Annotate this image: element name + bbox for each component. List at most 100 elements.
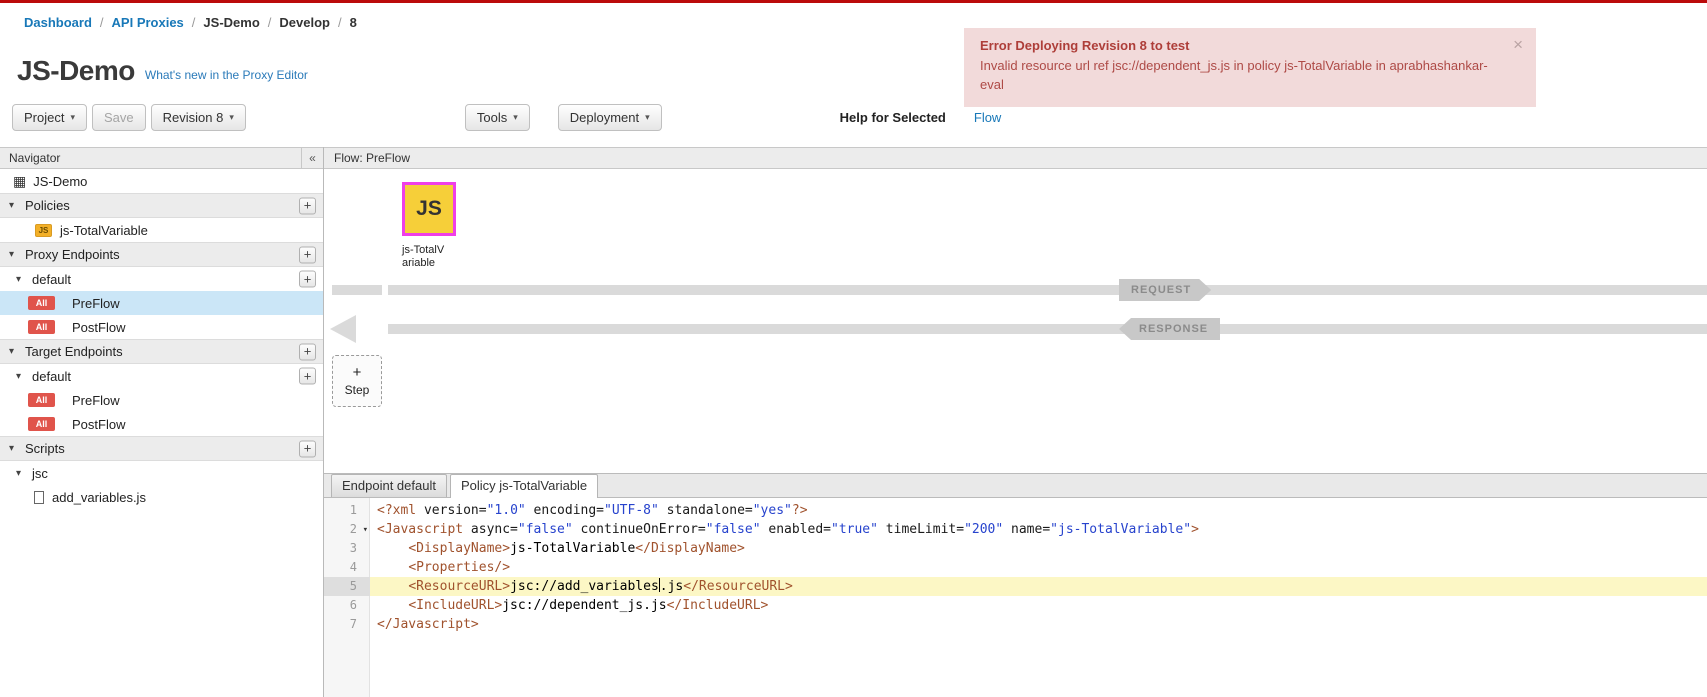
section-label: Policies xyxy=(25,198,70,213)
deployment-dropdown[interactable]: Deployment ▾ xyxy=(558,104,662,131)
tree-item-target-preflow[interactable]: All PreFlow xyxy=(0,388,323,412)
collapse-sidebar-button[interactable]: « xyxy=(301,148,323,168)
code-line[interactable]: 3 <DisplayName>js-TotalVariable</Display… xyxy=(324,539,1707,558)
tree-item-label: default xyxy=(32,369,71,384)
code-text: </Javascript> xyxy=(370,615,1707,634)
flow-canvas: JS js-TotalV ariable REQUEST RESPONSE + … xyxy=(324,169,1707,473)
code-line[interactable]: 6 <IncludeURL>jsc://dependent_js.js</Inc… xyxy=(324,596,1707,615)
code-line[interactable]: 7</Javascript> xyxy=(324,615,1707,634)
tree-item-proxy-default[interactable]: ▾ default + xyxy=(0,267,323,291)
flow-header-label: Flow: PreFlow xyxy=(334,151,410,165)
code-line[interactable]: 2▾<Javascript async="false" continueOnEr… xyxy=(324,520,1707,539)
error-toast: Error Deploying Revision 8 to test Inval… xyxy=(964,28,1536,107)
add-flow-button[interactable]: + xyxy=(299,271,316,288)
section-target-endpoints[interactable]: ▾ Target Endpoints + xyxy=(0,339,323,364)
tree-item-policy-js-totalvariable[interactable]: JS js-TotalVariable xyxy=(0,218,323,242)
tree-item-proxy-postflow[interactable]: All PostFlow xyxy=(0,315,323,339)
error-toast-message: Invalid resource url ref jsc://dependent… xyxy=(980,57,1498,95)
tab-policy-js-totalvariable[interactable]: Policy js-TotalVariable xyxy=(450,474,598,498)
chevron-down-icon: ▾ xyxy=(513,112,518,123)
breadcrumb-item-proxy: JS-Demo xyxy=(203,15,259,30)
section-proxy-endpoints[interactable]: ▾ Proxy Endpoints + xyxy=(0,242,323,267)
tree-item-label: PreFlow xyxy=(72,393,120,408)
code-text: <Properties/> xyxy=(370,558,1707,577)
flow-help-link[interactable]: Flow xyxy=(974,104,1001,131)
tree-item-label: PostFlow xyxy=(72,320,125,335)
tree-item-label: PreFlow xyxy=(72,296,120,311)
plus-icon: + xyxy=(353,365,362,380)
flow-node-label-line2: ariable xyxy=(402,257,466,270)
tab-endpoint-default[interactable]: Endpoint default xyxy=(331,474,447,497)
tree-item-jsc-folder[interactable]: ▾ jsc xyxy=(0,461,323,485)
chevron-down-icon: ▾ xyxy=(229,112,234,123)
revision-dropdown-label: Revision 8 xyxy=(163,110,224,125)
breadcrumb-item-revision: 8 xyxy=(350,15,357,30)
tools-dropdown-label: Tools xyxy=(477,110,507,125)
section-label: Target Endpoints xyxy=(25,344,123,359)
tree-item-label: JS-Demo xyxy=(33,174,87,189)
breadcrumb-link-api-proxies[interactable]: API Proxies xyxy=(112,15,184,30)
close-icon[interactable]: × xyxy=(1513,36,1523,53)
code-line[interactable]: 5 <ResourceURL>jsc://add_variables.js</R… xyxy=(324,577,1707,596)
flow-node-js-totalvariable[interactable]: JS xyxy=(402,182,456,236)
line-number: 1 xyxy=(324,501,370,520)
add-proxy-endpoint-button[interactable]: + xyxy=(299,246,316,263)
section-policies[interactable]: ▾ Policies + xyxy=(0,193,323,218)
code-lines: 1<?xml version="1.0" encoding="UTF-8" st… xyxy=(324,498,1707,634)
tree-item-proxy-preflow[interactable]: All PreFlow xyxy=(0,291,323,315)
code-text: <IncludeURL>jsc://dependent_js.js</Inclu… xyxy=(370,596,1707,615)
save-button-label: Save xyxy=(104,110,134,125)
add-target-endpoint-button[interactable]: + xyxy=(299,343,316,360)
save-button[interactable]: Save xyxy=(92,104,146,131)
add-flow-button[interactable]: + xyxy=(299,368,316,385)
js-policy-icon: JS xyxy=(35,224,52,237)
tree-item-proxy-root[interactable]: ▦ JS-Demo xyxy=(0,169,323,193)
caret-down-icon: ▾ xyxy=(16,468,26,479)
project-dropdown[interactable]: Project ▾ xyxy=(12,104,87,131)
proxy-icon: ▦ xyxy=(13,173,26,190)
all-badge: All xyxy=(28,296,55,310)
request-label-tag: REQUEST xyxy=(1119,279,1211,301)
tree-item-add-variables-js[interactable]: add_variables.js xyxy=(0,485,323,509)
breadcrumb-separator: / xyxy=(338,15,342,30)
fold-marker-icon[interactable]: ▾ xyxy=(363,521,368,540)
response-label-tag: RESPONSE xyxy=(1119,318,1220,340)
flow-and-code-panel: Flow: PreFlow JS js-TotalV ariable REQUE… xyxy=(324,147,1707,697)
code-editor[interactable]: 1<?xml version="1.0" encoding="UTF-8" st… xyxy=(324,498,1707,697)
deployment-dropdown-label: Deployment xyxy=(570,110,639,125)
add-script-button[interactable]: + xyxy=(299,440,316,457)
js-node-icon: JS xyxy=(416,197,442,221)
tree-item-label: jsc xyxy=(32,466,48,481)
breadcrumb-link-dashboard[interactable]: Dashboard xyxy=(24,15,92,30)
add-policy-button[interactable]: + xyxy=(299,197,316,214)
caret-down-icon: ▾ xyxy=(9,346,19,357)
tree-item-target-default[interactable]: ▾ default + xyxy=(0,364,323,388)
all-badge: All xyxy=(28,417,55,431)
flow-node-label-line1: js-TotalV xyxy=(402,244,466,257)
code-line[interactable]: 1<?xml version="1.0" encoding="UTF-8" st… xyxy=(324,501,1707,520)
tools-dropdown[interactable]: Tools ▾ xyxy=(465,104,530,131)
file-icon xyxy=(34,491,44,504)
code-line[interactable]: 4 <Properties/> xyxy=(324,558,1707,577)
tree-item-label: js-TotalVariable xyxy=(60,223,148,238)
line-number: 7 xyxy=(324,615,370,634)
main-split: Navigator « ▦ JS-Demo ▾ Policies + JS js… xyxy=(0,147,1707,697)
code-text: <Javascript async="false" continueOnErro… xyxy=(370,520,1707,539)
revision-dropdown[interactable]: Revision 8 ▾ xyxy=(151,104,246,131)
request-flow-bar xyxy=(388,285,1707,295)
caret-down-icon: ▾ xyxy=(9,200,19,211)
toolbar: Project ▾ Save Revision 8 ▾ Tools ▾ Depl… xyxy=(0,100,1707,147)
add-step-label: Step xyxy=(345,383,370,397)
flow-header: Flow: PreFlow xyxy=(324,147,1707,169)
page-header: JS-Demo What's new in the Proxy Editor xyxy=(0,41,308,100)
tree-item-label: default xyxy=(32,272,71,287)
flow-node-label: js-TotalV ariable xyxy=(402,244,466,270)
section-scripts[interactable]: ▾ Scripts + xyxy=(0,436,323,461)
breadcrumb-separator: / xyxy=(192,15,196,30)
code-text: <DisplayName>js-TotalVariable</DisplayNa… xyxy=(370,539,1707,558)
add-step-button[interactable]: + Step xyxy=(332,355,382,407)
tree-item-target-postflow[interactable]: All PostFlow xyxy=(0,412,323,436)
chevron-down-icon: ▾ xyxy=(70,112,75,123)
section-label: Proxy Endpoints xyxy=(25,247,120,262)
whats-new-link[interactable]: What's new in the Proxy Editor xyxy=(145,68,308,82)
